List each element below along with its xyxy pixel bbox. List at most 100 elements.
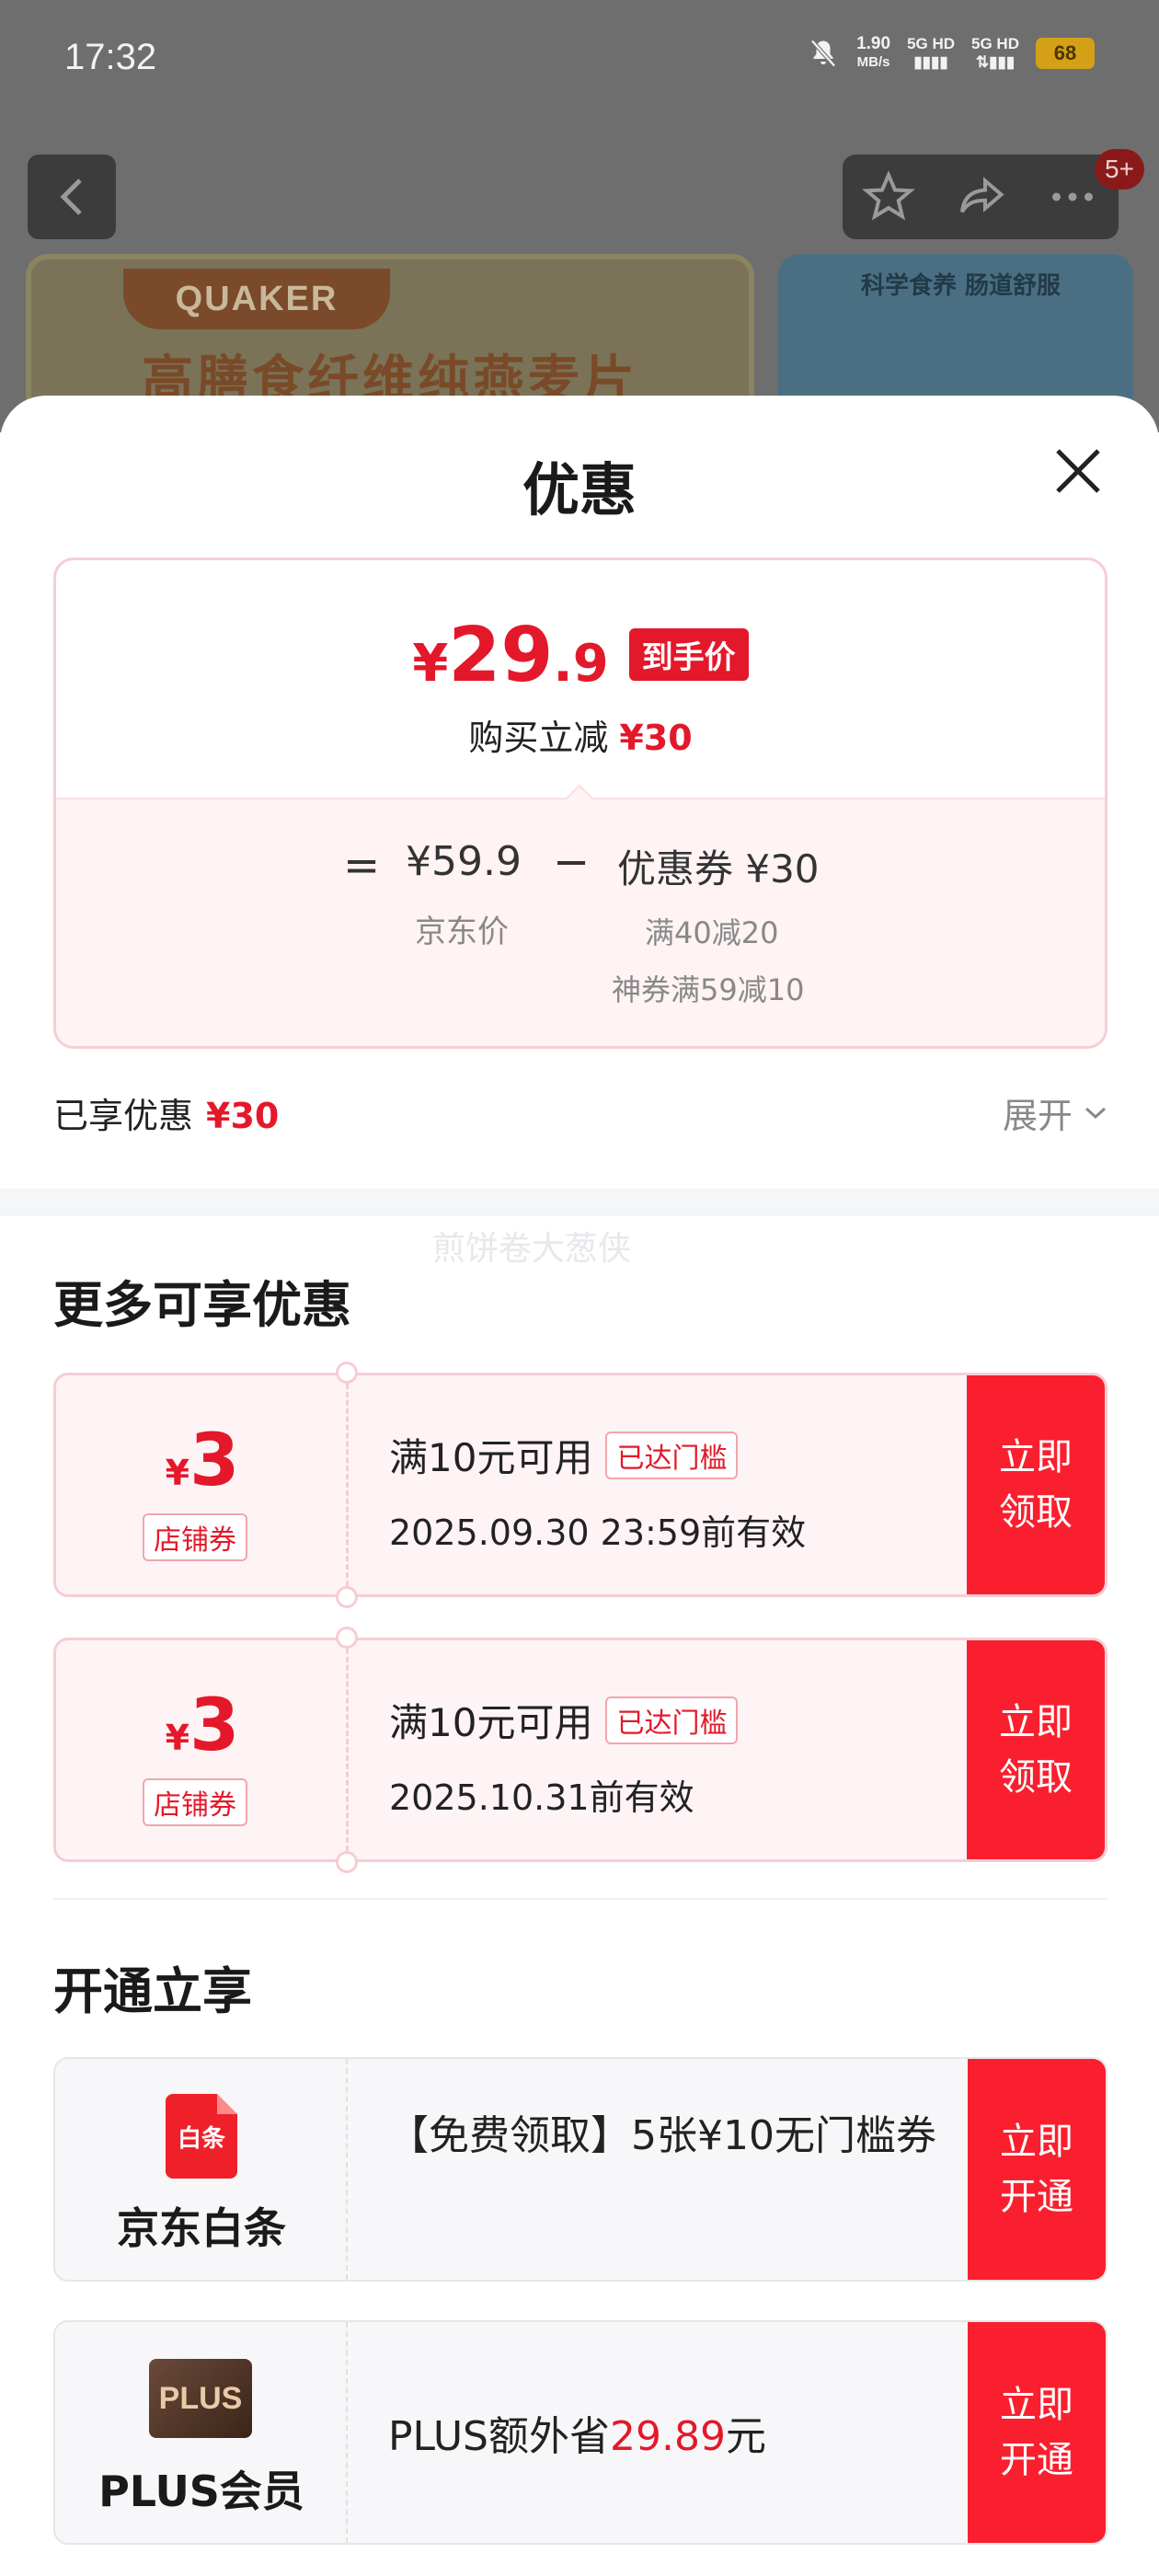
coupon-validity: 2025.10.31前有效 (389, 1777, 694, 1818)
coupon-type: 店铺券 (143, 1778, 247, 1826)
background-page: 17:32 1.90 MB/s 5G HD ▮▮▮▮ 5G HD ⇅▮▮▮ 68 (0, 0, 1159, 432)
coupon-card: ¥3 店铺券 满10元可用 已达门槛 2025.10.31前有效 立即 领取 (53, 1638, 1107, 1862)
battery-indicator: 68 (1036, 38, 1095, 69)
discount-sheet: 优惠 ¥ 29 .9 到手价 购买立减 ¥30 = ¥59.9 京东价 − 优惠券… (0, 396, 1159, 2576)
claim-coupon-label: 立即 领取 (999, 1701, 1073, 1799)
section-divider (0, 1189, 1159, 1216)
coupon-condition: 满10元可用 已达门槛 (389, 1427, 739, 1483)
minus-sign: − (553, 836, 591, 888)
jd-price-value: ¥59.9 (406, 838, 522, 885)
chevron-down-icon (1084, 1107, 1107, 1119)
final-price-tag: 到手价 (628, 628, 749, 681)
membership-card-plus: PLUS PLUS会员 PLUS额外省29.89元 立即 开通 (53, 2320, 1107, 2545)
status-bar: 17:32 1.90 MB/s 5G HD ▮▮▮▮ 5G HD ⇅▮▮▮ 68 (0, 0, 1159, 120)
threshold-met-tag: 已达门槛 (605, 1431, 739, 1479)
coupon-value: 3 (189, 1420, 240, 1502)
network-speed-value: 1.90 (856, 34, 891, 53)
activate-label: 立即 开通 (1000, 2121, 1073, 2218)
jd-price-label: 京东价 (415, 914, 509, 950)
instant-reduction: 购买立减 ¥30 (56, 709, 1105, 760)
coupon-value-area: ¥3 店铺券 (56, 1640, 349, 1859)
coupon-notch (336, 1851, 358, 1873)
sim1-signal: 5G HD ▮▮▮▮ (907, 35, 955, 72)
coupon-type: 店铺券 (143, 1513, 247, 1561)
membership-offers-title: 开通立享 (53, 1962, 252, 2020)
activate-label: 立即 开通 (1000, 2384, 1073, 2481)
plus-logo-icon: PLUS (149, 2359, 252, 2438)
reduction-label: 购买立减 (468, 718, 609, 758)
section-divider-line (53, 1898, 1107, 1900)
coupon-notch (336, 1586, 358, 1608)
network-speed: 1.90 MB/s (856, 35, 890, 72)
brand-logo: QUAKER (123, 269, 390, 329)
benefit-value: 29.89 (610, 2413, 726, 2460)
sim2-label: 5G HD (971, 35, 1019, 52)
enjoyed-value: ¥30 (206, 1096, 280, 1136)
signal-bars-icon: ⇅▮▮▮ (975, 53, 1016, 71)
coupon-notch (336, 1362, 358, 1384)
coupon-condition: 满10元可用 已达门槛 (389, 1692, 739, 1748)
sim2-signal: 5G HD ⇅▮▮▮ (971, 35, 1019, 72)
baitiao-logo-text: 白条 (177, 2125, 225, 2153)
price-integer: 29 (448, 612, 554, 699)
claim-coupon-label: 立即 领取 (999, 1436, 1073, 1534)
price-decimal: .9 (553, 634, 609, 694)
threshold-met-tag: 已达门槛 (605, 1696, 739, 1744)
close-icon[interactable] (1049, 442, 1107, 500)
coupon-card: ¥3 店铺券 满10元可用 已达门槛 2025.09.30 23:59前有效 立… (53, 1373, 1107, 1597)
back-button[interactable] (28, 155, 116, 239)
price-breakdown: = ¥59.9 京东价 − 优惠券 ¥30 满40减20 神券满59减10 (56, 798, 1105, 1046)
equals-sign: = (343, 840, 381, 891)
final-price: ¥ 29 .9 到手价 (56, 612, 1105, 699)
claim-coupon-button[interactable]: 立即 领取 (967, 1375, 1105, 1594)
chevron-left-icon (60, 178, 82, 215)
notification-badge: 5+ (1095, 149, 1144, 190)
membership-name: 京东白条 (117, 2203, 286, 2253)
network-speed-unit: MB/s (856, 54, 890, 70)
membership-name: PLUS会员 (98, 2467, 304, 2516)
final-price-area: ¥ 29 .9 到手价 购买立减 ¥30 (56, 560, 1105, 798)
coupon-currency: ¥ (165, 1453, 190, 1493)
coupon-condition-text: 满10元可用 (389, 1700, 593, 1745)
coupon-currency: ¥ (165, 1718, 190, 1758)
status-time: 17:32 (64, 37, 157, 77)
membership-brand-area: PLUS PLUS会员 (55, 2322, 348, 2543)
enjoyed-discount: 已享优惠 ¥30 (53, 1087, 279, 1138)
membership-card-baitiao: 白条 京东白条 【免费领取】5张¥10无门槛券 立即 开通 (53, 2057, 1107, 2282)
coupon-value-area: ¥3 店铺券 (56, 1375, 349, 1594)
bell-muted-icon (810, 40, 836, 67)
coupon-detail-2: 神券满59减10 (612, 972, 805, 1007)
claim-coupon-button[interactable]: 立即 领取 (967, 1640, 1105, 1859)
watermark: 煎饼卷大葱侠 (432, 1230, 632, 1268)
expand-label: 展开 (1002, 1096, 1073, 1136)
coupon-validity: 2025.09.30 23:59前有效 (389, 1512, 807, 1553)
benefit-suffix: 元 (725, 2413, 766, 2460)
coupon-total: 优惠券 ¥30 (617, 846, 820, 891)
share-icon[interactable] (953, 169, 1008, 224)
coupon-notch (336, 1627, 358, 1649)
enjoyed-label: 已享优惠 (53, 1096, 194, 1136)
banner-secondary-text: 科学食养 肠道舒服 (861, 272, 1061, 300)
header-actions (843, 155, 1119, 239)
reduction-value: ¥30 (619, 718, 693, 758)
expand-button[interactable]: 展开 (1003, 1087, 1107, 1138)
activate-button[interactable]: 立即 开通 (968, 2059, 1106, 2280)
sim1-label: 5G HD (907, 35, 956, 52)
star-icon[interactable] (861, 169, 916, 224)
sheet-title: 优惠 (522, 456, 637, 523)
activate-button[interactable]: 立即 开通 (968, 2322, 1106, 2543)
price-summary-card: ¥ 29 .9 到手价 购买立减 ¥30 = ¥59.9 京东价 − 优惠券 ¥3… (53, 558, 1107, 1049)
coupon-value: 3 (189, 1685, 240, 1767)
benefit-prefix: PLUS额外省 (388, 2413, 610, 2460)
membership-brand-area: 白条 京东白条 (55, 2059, 348, 2280)
status-icons: 1.90 MB/s 5G HD ▮▮▮▮ 5G HD ⇅▮▮▮ 68 (807, 35, 1095, 72)
membership-benefit: 【免费领取】5张¥10无门槛券 (388, 2112, 936, 2159)
coupon-amount: ¥3 (56, 1685, 349, 1767)
price-currency: ¥ (412, 634, 449, 694)
coupon-amount: ¥3 (56, 1420, 349, 1502)
coupon-condition-text: 满10元可用 (389, 1435, 593, 1480)
signal-bars-icon: ▮▮▮▮ (913, 53, 948, 71)
more-offers-title: 更多可享优惠 (53, 1276, 351, 1334)
membership-benefit: PLUS额外省29.89元 (388, 2403, 766, 2462)
more-icon[interactable] (1045, 169, 1100, 224)
